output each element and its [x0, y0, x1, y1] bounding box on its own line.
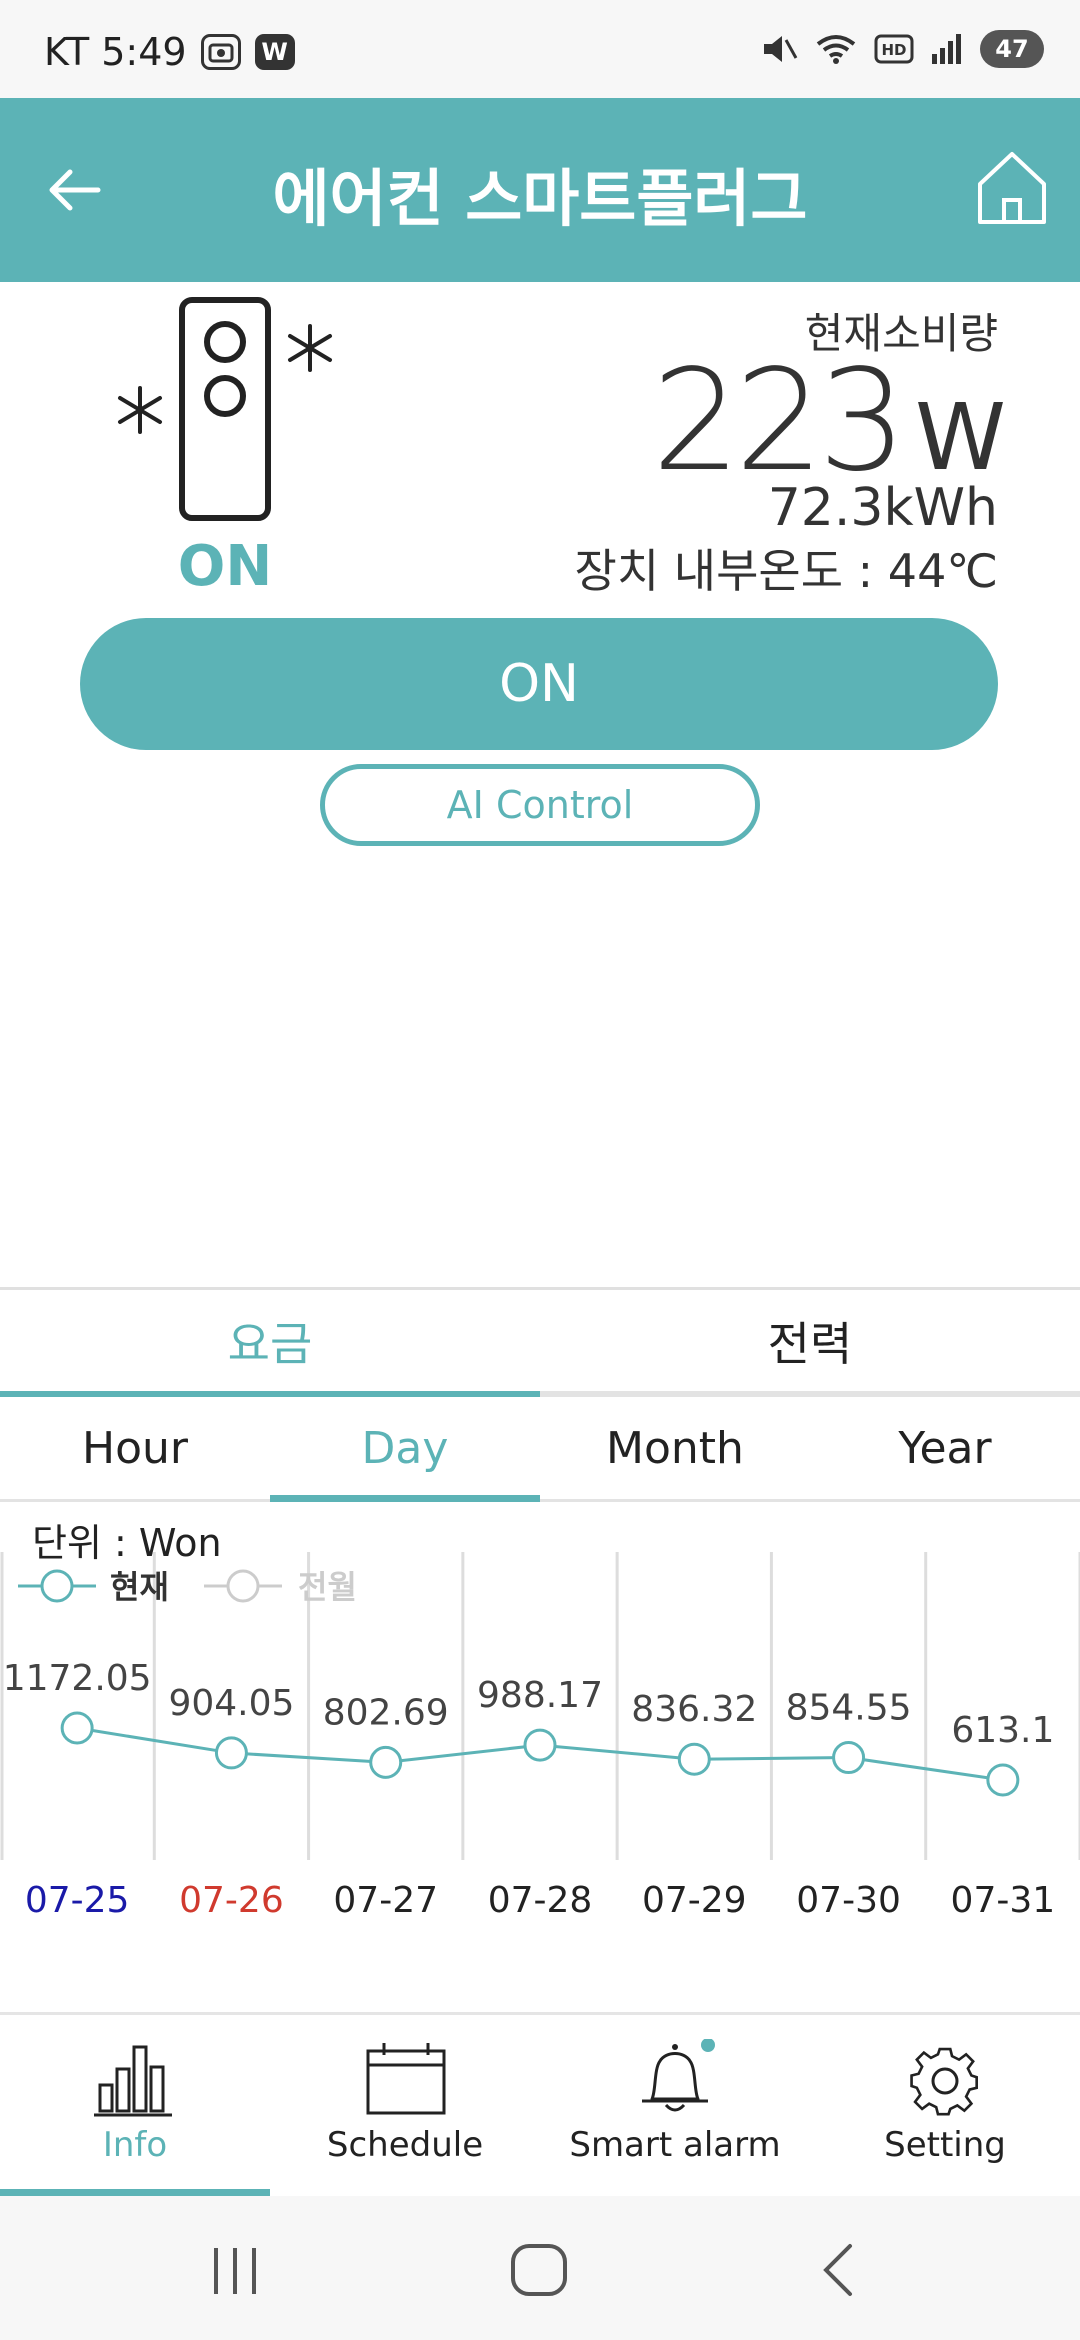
data-label: 904.05: [168, 1683, 294, 1724]
device-temperature: 장치 내부온도 : 44℃: [574, 544, 998, 598]
period-tabs: Hour Day Month Year: [0, 1398, 1080, 1502]
status-left: KT 5:49 W: [44, 30, 295, 74]
nav-info[interactable]: Info: [0, 2015, 270, 2196]
smart-plug-device-icon: [118, 297, 332, 521]
nav-schedule[interactable]: Schedule: [270, 2015, 540, 2190]
home-icon[interactable]: [974, 148, 1050, 228]
ai-control-button[interactable]: AI Control: [320, 764, 760, 846]
legend-current-label: 현재: [110, 1568, 169, 1606]
data-point: [60, 1711, 94, 1745]
x-tick-label: 07-27: [333, 1880, 438, 1921]
daily-fee-chart: 현재 전월 1172.05 904.05 802.69 988.17 836.32 854.5…: [0, 1552, 1080, 1921]
data-label: 802.69: [323, 1692, 449, 1733]
x-tick-label: 07-26: [179, 1880, 284, 1921]
nav-schedule-label: Schedule: [326, 2125, 484, 2165]
wifi-icon: [816, 35, 856, 64]
data-label: 613.1: [951, 1710, 1054, 1751]
status-bar: KT 5:49 W HD 47: [0, 0, 1080, 98]
nav-setting[interactable]: Setting: [810, 2015, 1080, 2190]
nav-smart-alarm-label: Smart alarm: [569, 2125, 781, 2165]
x-tick-label: 07-31: [951, 1880, 1056, 1921]
screenshot-icon: [200, 34, 241, 70]
legend-current-marker: [40, 1569, 74, 1603]
recent-apps-icon[interactable]: [200, 2240, 270, 2300]
tab-power[interactable]: 전력: [540, 1290, 1080, 1391]
power-toggle-button[interactable]: ON: [80, 618, 998, 750]
calendar-icon: [366, 2043, 446, 2115]
app-badge-icon: W: [254, 34, 295, 70]
battery-icon: 47: [980, 30, 1044, 68]
bell-icon: [642, 2039, 715, 2112]
tab-month[interactable]: Month: [540, 1398, 810, 1499]
notification-dot: [701, 2039, 715, 2052]
nav-info-label: Info: [102, 2125, 168, 2165]
data-label: 836.32: [631, 1689, 757, 1730]
device-state-label: ON: [177, 534, 273, 599]
hd-icon: HD: [874, 34, 914, 64]
x-tick-label: 07-25: [25, 1880, 130, 1921]
current-power-unit: W: [915, 384, 1006, 491]
data-point: [523, 1728, 557, 1762]
page-title: 에어컨 스마트플러그: [272, 162, 808, 235]
status-right: HD 47: [760, 30, 1044, 68]
data-point: [986, 1763, 1020, 1797]
energy-total: 72.3kWh: [767, 478, 998, 538]
data-label: 988.17: [477, 1675, 603, 1716]
x-tick-label: 07-29: [642, 1880, 747, 1921]
carrier-time: KT 5:49: [44, 30, 187, 74]
nav-setting-label: Setting: [884, 2125, 1006, 2165]
mute-icon: [764, 36, 798, 62]
svg-text:HD: HD: [881, 41, 906, 59]
tab-fee[interactable]: 요금: [0, 1290, 540, 1397]
data-label: 1172.05: [3, 1658, 152, 1699]
tab-day[interactable]: Day: [270, 1398, 540, 1502]
data-label: 854.55: [786, 1688, 912, 1729]
nav-smart-alarm[interactable]: Smart alarm: [540, 2015, 810, 2190]
app-bar: 에어컨 스마트플러그: [0, 98, 1080, 282]
bar-chart-icon: [94, 2045, 172, 2117]
system-navigation-bar: [0, 2196, 1080, 2340]
tab-hour[interactable]: Hour: [0, 1398, 270, 1499]
main-tabs: 요금 전력: [0, 1287, 1080, 1397]
x-tick-label: 07-30: [796, 1880, 901, 1921]
home-button-icon[interactable]: [504, 2240, 574, 2300]
x-tick-label: 07-28: [488, 1880, 593, 1921]
tab-year[interactable]: Year: [810, 1398, 1080, 1499]
legend-previous-label: 전월: [298, 1568, 357, 1606]
data-point: [677, 1742, 711, 1776]
data-point: [832, 1741, 866, 1775]
legend-previous-marker: [226, 1569, 260, 1603]
gear-icon: [910, 2047, 978, 2116]
signal-icon: [932, 34, 961, 64]
bottom-nav: Info Schedule Smart alarm Setting: [0, 2012, 1080, 2196]
data-point: [369, 1745, 403, 1779]
back-button-icon[interactable]: [806, 2240, 876, 2300]
data-point: [214, 1736, 248, 1770]
